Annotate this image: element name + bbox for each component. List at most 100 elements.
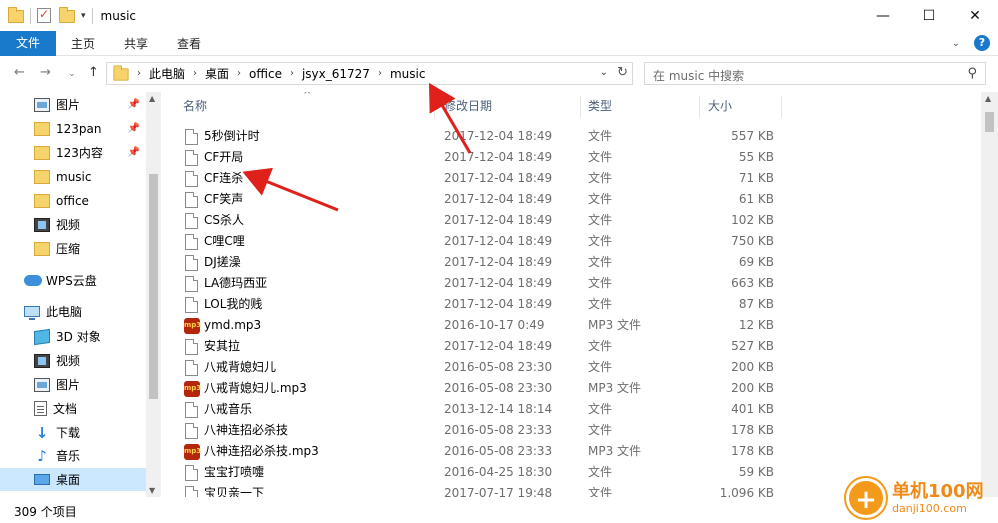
column-divider[interactable] [699, 96, 700, 118]
pin-icon[interactable]: 📌 [128, 147, 140, 158]
file-row[interactable]: 八神连招必杀技 2016-05-08 23:33 文件 178 KB [165, 420, 980, 441]
minimize-button[interactable]: — [860, 0, 906, 31]
file-icon [185, 465, 198, 481]
column-divider[interactable] [580, 96, 581, 118]
file-row[interactable]: DJ搓澡 2017-12-04 18:49 文件 69 KB [165, 252, 980, 273]
sidebar-item-music[interactable]: music [0, 165, 146, 188]
watermark-name: 单机100网 [892, 480, 984, 502]
sidebar-item-archive[interactable]: 压缩 [0, 237, 146, 260]
folder-icon [34, 241, 50, 256]
file-row[interactable]: 八神连招必杀技.mp3 2016-05-08 23:33 MP3 文件 178 KB [165, 441, 980, 462]
new-folder-icon[interactable] [59, 6, 75, 24]
chevron-right-icon[interactable]: › [237, 68, 241, 79]
sidebar-item-downloads[interactable]: ↓ 下载 [0, 421, 146, 444]
sidebar-item-label: music [56, 169, 92, 184]
folder-icon [8, 6, 24, 24]
column-divider[interactable] [781, 96, 782, 118]
customize-toolbar-icon[interactable]: ▾ [81, 11, 86, 21]
breadcrumb-desktop[interactable]: 桌面 [205, 65, 229, 82]
chevron-down-icon[interactable]: ⌄ [600, 67, 608, 78]
tab-view[interactable]: 查看 [166, 33, 212, 55]
file-row[interactable]: ymd.mp3 2016-10-17 0:49 MP3 文件 12 KB [165, 315, 980, 336]
navigation-scrollbar[interactable]: ▲ ▼ [146, 92, 161, 497]
file-size: 178 KB [731, 423, 774, 437]
breadcrumb-jsyx[interactable]: jsyx_61727 [302, 67, 370, 81]
breadcrumb-this-pc[interactable]: 此电脑 [149, 65, 185, 82]
sidebar-item-videos-quick[interactable]: 视频 [0, 213, 146, 236]
sidebar-item-pictures[interactable]: 图片 📌 [0, 93, 146, 116]
scrollbar-thumb[interactable] [149, 174, 158, 399]
column-header-name[interactable]: 名称 [183, 92, 423, 121]
tab-file[interactable]: 文件 [0, 31, 56, 56]
sidebar-item-this-pc[interactable]: 此电脑 [0, 300, 146, 323]
file-row[interactable]: LOL我的贱 2017-12-04 18:49 文件 87 KB [165, 294, 980, 315]
file-name: DJ搓澡 [204, 255, 241, 269]
file-row[interactable]: 安其拉 2017-12-04 18:49 文件 527 KB [165, 336, 980, 357]
file-list-scrollbar[interactable]: ▲ [981, 92, 998, 497]
file-size: 178 KB [731, 444, 774, 458]
breadcrumb-office[interactable]: office [249, 67, 282, 81]
sidebar-item-123content[interactable]: 123内容 📌 [0, 141, 146, 164]
file-row[interactable]: 八戒背媳妇儿 2016-05-08 23:30 文件 200 KB [165, 357, 980, 378]
sidebar-item-3d-objects[interactable]: 3D 对象 [0, 325, 146, 348]
scroll-down-icon[interactable]: ▼ [149, 486, 155, 495]
pin-icon[interactable]: 📌 [128, 123, 140, 134]
file-row[interactable]: CS杀人 2017-12-04 18:49 文件 102 KB [165, 210, 980, 231]
column-header-size[interactable]: 大小 [708, 92, 778, 121]
sidebar-item-pictures-pc[interactable]: 图片 [0, 373, 146, 396]
folder-icon [34, 169, 50, 184]
close-button[interactable]: ✕ [952, 0, 998, 31]
refresh-icon[interactable]: ↻ [617, 65, 628, 80]
pin-icon[interactable]: 📌 [128, 99, 140, 110]
file-row[interactable]: 5秒倒计时 2017-12-04 18:49 文件 557 KB [165, 126, 980, 147]
file-row[interactable]: C哩C哩 2017-12-04 18:49 文件 750 KB [165, 231, 980, 252]
up-icon[interactable]: ↑ [88, 65, 99, 80]
tab-home[interactable]: 主页 [60, 33, 106, 55]
expand-ribbon-icon[interactable]: ⌄ [952, 38, 960, 49]
tab-share[interactable]: 共享 [113, 33, 159, 55]
column-header-type[interactable]: 类型 [588, 92, 688, 121]
recent-locations-icon[interactable]: ⌄ [68, 69, 76, 79]
file-modified: 2017-12-04 18:49 [444, 297, 553, 311]
sidebar-item-label: 123pan [56, 121, 102, 136]
file-row[interactable]: CF笑声 2017-12-04 18:49 文件 61 KB [165, 189, 980, 210]
sidebar-item-label: 123内容 [56, 146, 103, 160]
search-icon[interactable]: ⚲ [967, 66, 977, 81]
file-modified: 2017-12-04 18:49 [444, 255, 553, 269]
sidebar-item-music-pc[interactable]: ♪ 音乐 [0, 444, 146, 467]
sidebar-item-label: 视频 [56, 354, 81, 368]
file-icon [185, 360, 198, 376]
back-icon[interactable]: ← [14, 65, 25, 80]
chevron-right-icon[interactable]: › [137, 68, 141, 79]
sidebar-item-123pan[interactable]: 123pan 📌 [0, 117, 146, 140]
chevron-right-icon[interactable]: › [378, 68, 382, 79]
file-row[interactable]: CF开局 2017-12-04 18:49 文件 55 KB [165, 147, 980, 168]
sidebar-item-office[interactable]: office [0, 189, 146, 212]
sidebar-item-documents[interactable]: 文档 [0, 397, 146, 420]
properties-icon[interactable] [37, 7, 53, 24]
scroll-up-icon[interactable]: ▲ [149, 94, 155, 103]
maximize-button[interactable]: ☐ [906, 0, 952, 31]
scrollbar-thumb[interactable] [985, 112, 994, 132]
file-row[interactable]: CF连杀 2017-12-04 18:49 文件 71 KB [165, 168, 980, 189]
scroll-up-icon[interactable]: ▲ [985, 94, 991, 103]
file-row[interactable]: 八戒音乐 2013-12-14 18:14 文件 401 KB [165, 399, 980, 420]
chevron-right-icon[interactable]: › [290, 68, 294, 79]
sidebar-item-desktop[interactable]: 桌面 [0, 468, 146, 491]
quick-access-toolbar: ▾ music [0, 6, 136, 24]
address-bar[interactable]: › 此电脑 › 桌面 › office › jsyx_61727 › music… [106, 62, 633, 85]
file-row[interactable]: LA德玛西亚 2017-12-04 18:49 文件 663 KB [165, 273, 980, 294]
column-header-modified[interactable]: 修改日期 [444, 92, 574, 121]
forward-icon[interactable]: → [40, 65, 51, 80]
search-input[interactable]: 在 music 中搜索 ⚲ [644, 62, 986, 85]
help-icon[interactable]: ? [974, 35, 990, 51]
file-type: 文件 [588, 234, 613, 248]
chevron-right-icon[interactable]: › [193, 68, 197, 79]
file-size: 200 KB [731, 381, 774, 395]
file-type: 文件 [588, 150, 613, 164]
sidebar-item-wps-cloud[interactable]: WPS云盘 [0, 269, 146, 292]
sidebar-item-videos[interactable]: 视频 [0, 349, 146, 372]
breadcrumb-music[interactable]: music [390, 67, 425, 81]
file-row[interactable]: 八戒背媳妇儿.mp3 2016-05-08 23:30 MP3 文件 200 KB [165, 378, 980, 399]
column-divider[interactable] [434, 96, 435, 118]
